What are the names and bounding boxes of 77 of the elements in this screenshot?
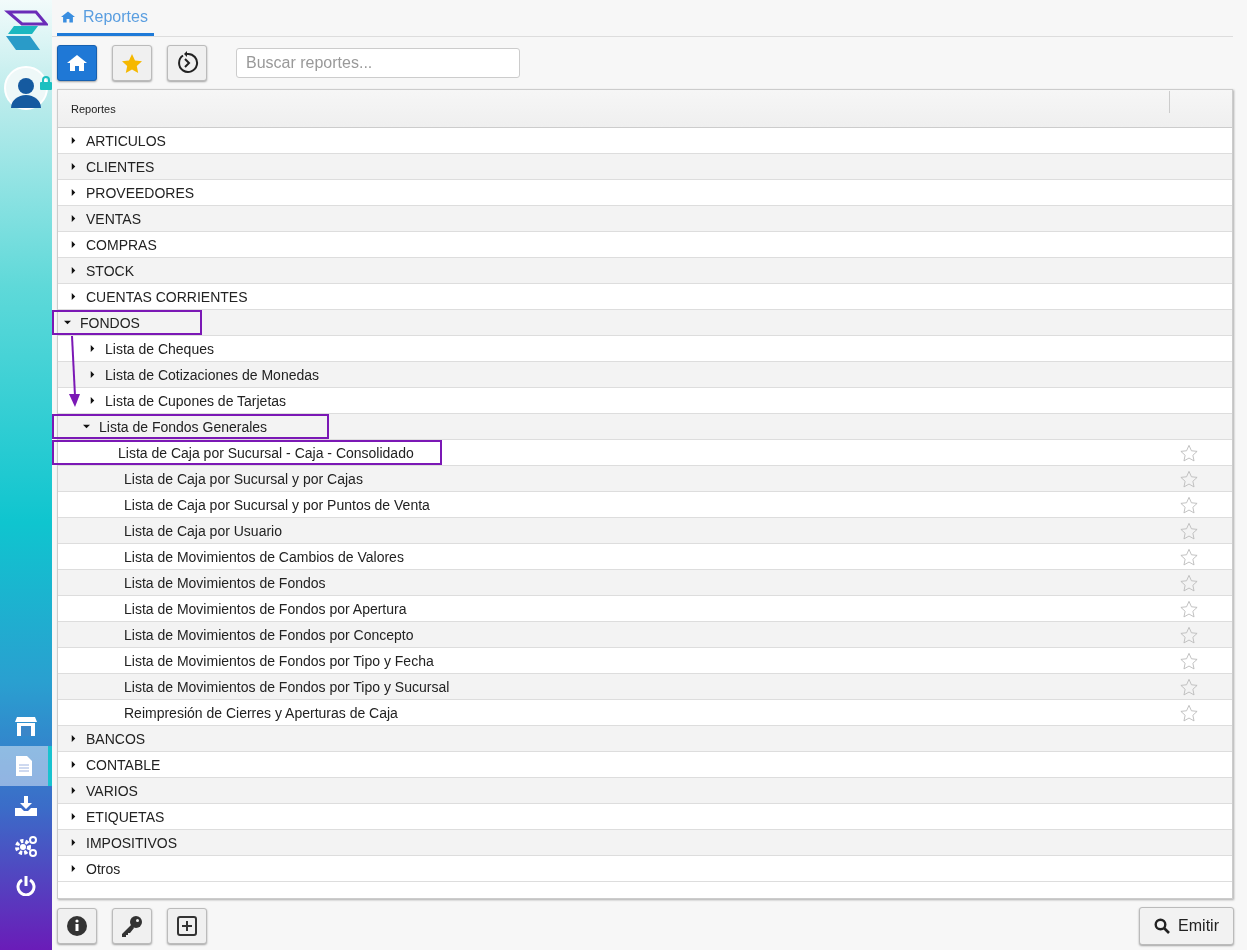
document-icon [16, 756, 32, 776]
caret-right-icon[interactable] [70, 813, 77, 820]
add-icon [177, 916, 197, 936]
caret-down-icon[interactable] [83, 423, 90, 430]
star-outline-icon[interactable] [1180, 703, 1198, 722]
category-item[interactable]: CLIENTES [58, 154, 157, 179]
category-item[interactable]: CONTABLE [58, 752, 163, 777]
report-item[interactable]: Reimpresión de Cierres y Aperturas de Caja [58, 700, 400, 725]
star-button[interactable] [112, 45, 152, 81]
category-item[interactable]: COMPRAS [58, 232, 159, 257]
info-button[interactable] [57, 908, 97, 944]
star-outline-icon[interactable] [1180, 469, 1198, 488]
add-button[interactable] [167, 908, 207, 944]
star-outline-icon[interactable] [1180, 495, 1198, 514]
caret-right-icon[interactable] [70, 761, 77, 768]
caret-right-icon[interactable] [70, 865, 77, 872]
category-item[interactable]: IMPOSITIVOS [58, 830, 179, 855]
category-item[interactable]: FONDOS [52, 310, 202, 335]
caret-right-icon[interactable] [70, 189, 77, 196]
lock-icon [40, 76, 52, 90]
category-item[interactable]: VARIOS [58, 778, 140, 803]
search-icon [1154, 918, 1171, 934]
star-outline-icon[interactable] [1180, 625, 1198, 644]
category-item[interactable]: STOCK [58, 258, 136, 283]
history-button[interactable] [167, 45, 207, 81]
star-outline-icon[interactable] [1180, 521, 1198, 540]
caret-right-icon[interactable] [70, 137, 77, 144]
report-item[interactable]: Lista de Movimientos de Fondos por Apertura [58, 596, 409, 621]
category-item[interactable]: ARTICULOS [58, 128, 168, 153]
column-header: Reportes [70, 102, 117, 115]
home-icon [61, 10, 75, 23]
star-outline-icon[interactable] [1180, 547, 1198, 566]
caret-right-icon[interactable] [70, 215, 77, 222]
caret-right-icon[interactable] [70, 163, 77, 170]
logo-icon [4, 10, 48, 52]
caret-right-icon[interactable] [70, 241, 77, 248]
category-item[interactable]: ETIQUETAS [58, 804, 167, 829]
history-icon [175, 51, 199, 75]
tray-download-icon [15, 796, 37, 816]
category-item[interactable]: Otros [58, 856, 123, 881]
info-icon [67, 916, 87, 936]
category-item[interactable]: PROVEEDORES [58, 180, 197, 205]
star-outline-icon[interactable] [1180, 599, 1198, 618]
caret-down-icon[interactable] [64, 319, 71, 326]
key-button[interactable] [112, 908, 152, 944]
home-icon [67, 55, 87, 71]
caret-right-icon[interactable] [89, 397, 96, 404]
report-item[interactable]: Lista de Movimientos de Fondos por Tipo y Fecha [58, 648, 436, 673]
caret-right-icon[interactable] [70, 267, 77, 274]
emit-button[interactable]: Emitir [1139, 907, 1234, 945]
caret-right-icon[interactable] [70, 735, 77, 742]
caret-right-icon[interactable] [89, 345, 96, 352]
power-icon [16, 876, 36, 896]
category-item[interactable]: CUENTAS CORRIENTES [58, 284, 250, 309]
home-button[interactable] [57, 45, 97, 81]
key-icon [121, 915, 143, 937]
category-item[interactable]: Lista de Fondos Generales [52, 414, 330, 439]
report-item[interactable]: Lista de Caja por Sucursal y por Puntos de Venta [58, 492, 432, 517]
star-outline-icon[interactable] [1180, 677, 1198, 696]
category-item[interactable]: Lista de Cupones de Tarjetas [58, 388, 289, 413]
caret-right-icon[interactable] [70, 839, 77, 846]
category-item[interactable]: BANCOS [58, 726, 148, 751]
report-item[interactable]: Lista de Movimientos de Cambios de Valores [58, 544, 406, 569]
caret-right-icon[interactable] [70, 787, 77, 794]
gears-icon [15, 835, 37, 857]
category-item[interactable]: Lista de Cheques [58, 336, 216, 361]
report-item[interactable]: Lista de Caja por Sucursal - Caja - Consolidado [52, 440, 442, 465]
caret-right-icon[interactable] [70, 293, 77, 300]
star-icon [122, 53, 142, 73]
store-icon [15, 715, 37, 737]
star-outline-icon[interactable] [1180, 573, 1198, 592]
category-item[interactable]: VENTAS [58, 206, 143, 231]
caret-right-icon[interactable] [89, 371, 96, 378]
report-item[interactable]: Lista de Caja por Usuario [58, 518, 284, 543]
star-outline-icon[interactable] [1180, 443, 1198, 462]
search-field[interactable]: Buscar reportes... [236, 48, 520, 78]
star-outline-icon[interactable] [1180, 651, 1198, 670]
